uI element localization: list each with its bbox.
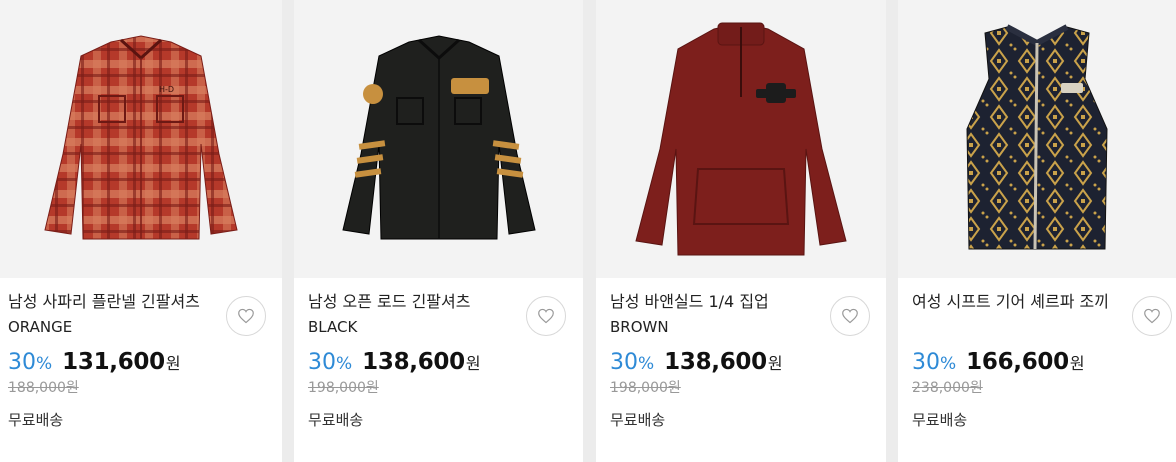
discount-percent-sign: % [638,354,655,374]
product-image-quarter-zip[interactable] [596,0,886,278]
original-price: 188,000원 [8,380,79,396]
product-image-plaid-shirt[interactable]: H-D [0,0,282,278]
sherpa-vest-image [966,24,1108,250]
black-shirt-image [341,35,536,240]
discount-rate: 30 [8,350,36,375]
discount-rate: 30 [610,350,638,375]
product-color: BLACK [308,318,358,336]
sale-price: 138,600 [362,349,465,375]
discount-percent-sign: % [336,354,353,374]
product-image-sherpa-vest[interactable] [898,0,1176,278]
wishlist-button[interactable] [1132,296,1172,336]
original-price: 198,000원 [308,380,379,396]
original-price: 238,000원 [912,380,983,396]
currency: 원 [465,354,481,373]
product-card[interactable]: 여성 시프트 기어 셰르파 조끼 30% 166,600 원 238,000원 무… [898,0,1176,462]
sale-price: 138,600 [664,349,767,375]
heart-icon [238,308,254,324]
price-row: 30% 131,600 원 [8,349,222,375]
heart-icon [842,308,858,324]
product-card[interactable]: 남성 오픈 로드 긴팔셔츠 BLACK 30% 138,600 원 198,000… [294,0,583,462]
currency: 원 [767,354,783,373]
product-info: 여성 시프트 기어 셰르파 조끼 30% 166,600 원 238,000원 무… [912,290,1116,430]
original-price: 198,000원 [610,380,681,396]
product-info: 남성 바앤실드 1/4 집업 BROWN 30% 138,600 원 198,00… [610,290,826,430]
wishlist-button[interactable] [526,296,566,336]
heart-icon [538,308,554,324]
product-name[interactable]: 남성 사파리 플란넬 긴팔셔츠 [8,290,222,314]
sale-price: 131,600 [62,349,165,375]
plaid-shirt-image: H-D [44,35,238,240]
price-row: 30% 166,600 원 [912,349,1116,375]
product-color [912,315,1116,339]
discount-percent-sign: % [940,354,957,374]
quarter-zip-image [635,22,847,256]
sale-price: 166,600 [966,349,1069,375]
shipping-label: 무료배송 [912,411,968,429]
currency: 원 [1069,354,1085,373]
product-image-black-shirt[interactable] [294,0,583,278]
currency: 원 [165,354,181,373]
price-row: 30% 138,600 원 [610,349,826,375]
product-name[interactable]: 여성 시프트 기어 셰르파 조끼 [912,290,1116,314]
shipping-label: 무료배송 [308,411,364,429]
product-color: BROWN [610,318,669,336]
product-card[interactable]: H-D 남성 사파리 플란넬 긴팔셔츠 ORANGE 30% 131,600 원 … [0,0,282,462]
discount-percent-sign: % [36,354,53,374]
product-info: 남성 사파리 플란넬 긴팔셔츠 ORANGE 30% 131,600 원 188,… [8,290,222,430]
product-name[interactable]: 남성 오픈 로드 긴팔셔츠 [308,290,523,314]
svg-text:H-D: H-D [159,85,174,94]
product-card[interactable]: 남성 바앤실드 1/4 집업 BROWN 30% 138,600 원 198,00… [596,0,886,462]
product-info: 남성 오픈 로드 긴팔셔츠 BLACK 30% 138,600 원 198,000… [308,290,523,430]
discount-rate: 30 [308,350,336,375]
product-name[interactable]: 남성 바앤실드 1/4 집업 [610,290,826,314]
price-row: 30% 138,600 원 [308,349,523,375]
heart-icon [1144,308,1160,324]
wishlist-button[interactable] [830,296,870,336]
product-color: ORANGE [8,318,73,336]
shipping-label: 무료배송 [8,411,64,429]
shipping-label: 무료배송 [610,411,666,429]
product-grid: H-D 남성 사파리 플란넬 긴팔셔츠 ORANGE 30% 131,600 원 … [0,0,1176,462]
wishlist-button[interactable] [226,296,266,336]
discount-rate: 30 [912,350,940,375]
